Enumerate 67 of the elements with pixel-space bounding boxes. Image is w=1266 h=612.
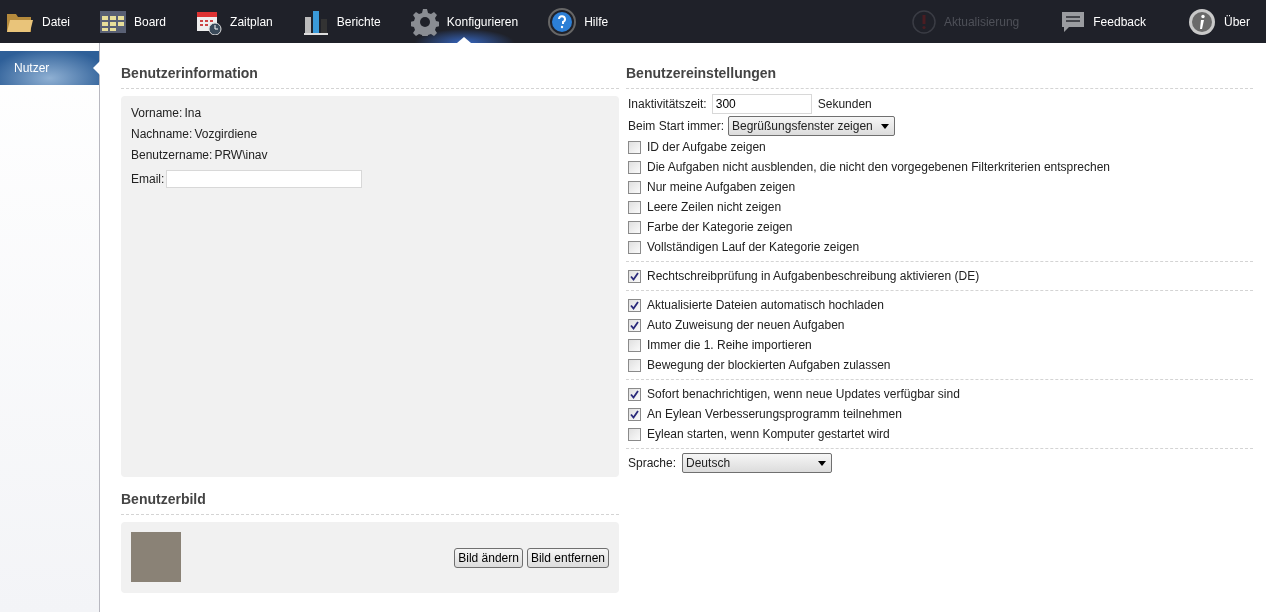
startup-dropdown[interactable]: Begrüßungsfenster zeigen xyxy=(728,116,895,136)
nav-tab[interactable]: Board xyxy=(98,0,169,43)
unit-label: Sekunden xyxy=(817,97,872,111)
field-value: Ina xyxy=(184,106,202,120)
info-icon xyxy=(1188,7,1216,36)
checkbox[interactable] xyxy=(628,180,641,194)
inactivity-field[interactable]: 300 xyxy=(711,94,812,114)
checkbox-label: Bewegung der blockierten Aufgaben zulassen xyxy=(647,358,891,372)
bar-chart-icon xyxy=(302,8,329,35)
sidebar-item[interactable]: Nutzer xyxy=(0,51,99,85)
checkbox-label: Vollständigen Lauf der Kategorie zeigen xyxy=(647,240,860,254)
nav-tab[interactable]: Berichte xyxy=(300,0,383,43)
checkbox-label: Leere Zeilen nicht zeigen xyxy=(647,200,782,214)
nav-tab[interactable]: Zaitplan xyxy=(194,0,275,43)
caret-icon xyxy=(880,123,889,129)
field-label: Nachname: xyxy=(131,127,193,141)
checkbox-label: Rechtschreibprüfung in Aufgabenbeschreibung aktivieren (DE) xyxy=(647,269,980,283)
checkbox-label: Die Aufgaben nicht ausblenden, die nicht den vorgegebenen Filterkriterien entsprechen xyxy=(647,160,1110,174)
field-label: Benutzername: xyxy=(131,148,213,162)
field-value: Vozgirdiene xyxy=(194,127,258,141)
checkbox[interactable] xyxy=(628,427,641,441)
checkbox[interactable] xyxy=(628,269,641,283)
checkbox[interactable] xyxy=(628,358,641,372)
field-value: PRW\inav xyxy=(214,148,268,162)
checkbox-label: Sofort benachrichtigen, wenn neue Updates verfügbar sind xyxy=(647,387,960,401)
pointer-triangle-icon xyxy=(457,37,472,43)
comment-icon xyxy=(1061,10,1086,33)
checkbox[interactable] xyxy=(628,200,641,214)
nav-tab[interactable]: Datei xyxy=(4,0,72,43)
field-label: Vorname: xyxy=(131,106,183,120)
checkbox-label: Immer die 1. Reihe importieren xyxy=(647,338,812,352)
settings-icon xyxy=(410,7,439,36)
checkbox-label: Auto Zuweisung der neuen Aufgaben xyxy=(647,318,845,332)
photo-placeholder xyxy=(131,532,181,582)
checkbox[interactable] xyxy=(628,140,641,154)
checkbox[interactable] xyxy=(628,298,641,312)
checkbox-label: ID der Aufgabe zeigen xyxy=(647,140,766,154)
nav-tab[interactable]: Über xyxy=(1186,0,1252,43)
field-label: Inaktivitätszeit: xyxy=(628,97,707,111)
nav-tab[interactable]: Hilfe xyxy=(546,0,611,43)
checkbox[interactable] xyxy=(628,220,641,234)
checkbox-label: Aktualisierte Dateien automatisch hochladen xyxy=(647,298,884,312)
checkbox-label: Eylean starten, wenn Komputer gestartet wird xyxy=(647,427,890,441)
checkbox[interactable] xyxy=(628,240,641,254)
field-label: Beim Start immer: xyxy=(628,119,724,133)
checkbox[interactable] xyxy=(628,160,641,174)
checkbox-label: An Eylean Verbesserungsprogramm teilnehmen xyxy=(647,407,902,421)
checkbox[interactable] xyxy=(628,318,641,332)
section-heading: Benutzerbild xyxy=(121,491,619,515)
checkbox-label: Farbe der Kategorie zeigen xyxy=(647,220,793,234)
help-icon xyxy=(548,7,577,36)
field-label: Email: xyxy=(131,172,165,186)
checkbox[interactable] xyxy=(628,387,641,401)
checkbox[interactable] xyxy=(628,338,641,352)
picture-button[interactable]: Bild entfernen xyxy=(526,547,609,568)
picture-button[interactable]: Bild ändern xyxy=(454,547,523,568)
email-field[interactable] xyxy=(166,170,363,188)
section-heading: Benutzereinstellungen xyxy=(626,65,1253,89)
language-dropdown[interactable]: Deutsch xyxy=(682,453,833,473)
alert-icon xyxy=(911,9,936,34)
checkbox[interactable] xyxy=(628,407,641,421)
caret-icon xyxy=(818,460,827,466)
field-label: Sprache: xyxy=(628,456,677,470)
section-heading: Benutzerinformation xyxy=(121,65,619,89)
nav-tab[interactable]: Feedback xyxy=(1059,0,1148,43)
checkbox-label: Nur meine Aufgaben zeigen xyxy=(647,180,796,194)
board-icon xyxy=(100,10,126,33)
